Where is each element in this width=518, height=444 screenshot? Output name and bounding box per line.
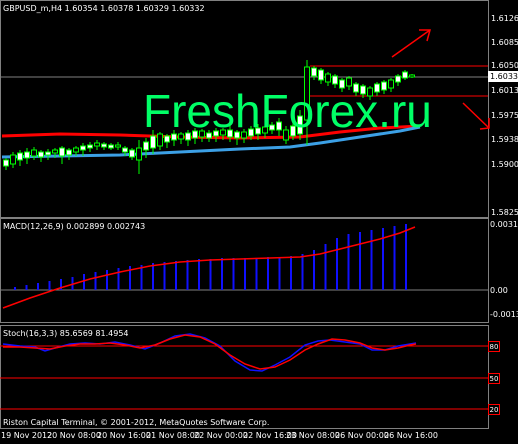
macd-bar (290, 256, 292, 290)
candle-body (38, 151, 44, 158)
macd-bar (278, 257, 281, 290)
macd-bar (37, 283, 39, 290)
up-arrow (391, 29, 431, 58)
current-price-tag: 1.60332 (488, 71, 518, 82)
macd-bar (152, 263, 154, 290)
candle-body (136, 147, 142, 161)
macd-bar (301, 254, 304, 290)
candle-body (101, 143, 107, 148)
time-label: 26 Nov 00:00 (335, 431, 389, 440)
candle-body (395, 75, 401, 83)
macd-bar (232, 258, 235, 290)
macd-bar (405, 224, 407, 290)
candle-body (24, 151, 30, 159)
candle-body (108, 144, 114, 149)
macd-bar (347, 234, 350, 290)
price-label: 1.59000 (491, 160, 518, 169)
time-label: 19 Nov 2012 (1, 431, 53, 440)
candle-body (3, 159, 9, 167)
stoch-level-tag: 80 (488, 341, 500, 352)
macd-label: 0.003101 (490, 220, 518, 229)
candle-body (122, 147, 128, 153)
macd-histogram (14, 224, 407, 290)
candle-body (332, 75, 338, 85)
chart-drawing (0, 29, 490, 410)
candle-body (45, 151, 51, 156)
macd-bar (186, 260, 189, 290)
candle-body (31, 149, 37, 157)
candle-body (402, 71, 408, 79)
macd-signal-line (2, 226, 416, 309)
candle-body (73, 147, 79, 153)
candle-body (80, 145, 86, 151)
macd-bar (209, 259, 212, 290)
macd-bar (140, 265, 143, 290)
candle-body (311, 67, 317, 77)
time-label: 21 Nov 08:00 (146, 431, 200, 440)
candle-body (318, 69, 324, 81)
macd-bar (267, 257, 269, 290)
candle-body (66, 149, 72, 156)
macd-bar (255, 258, 258, 290)
candle-body (143, 141, 149, 151)
candle-body (10, 154, 16, 165)
time-label: 26 Nov 16:00 (384, 431, 438, 440)
candle-body (325, 73, 331, 83)
price-label: 1.60850 (491, 38, 518, 47)
macd-bar (324, 244, 327, 290)
watermark-text: FreshForex.ru (143, 85, 432, 137)
macd-bar (48, 281, 51, 290)
macd-bar (313, 250, 315, 290)
macd-bar (25, 285, 28, 290)
price-label: 1.60500 (491, 61, 518, 70)
terminal-footer: Riston Capital Terminal, © 2001-2012, Me… (3, 418, 270, 427)
macd-bar (370, 230, 373, 290)
candle-body (409, 74, 415, 78)
time-label: 23 Nov 08:00 (286, 431, 340, 440)
candle-body (129, 149, 135, 158)
price-label: 1.59380 (491, 135, 518, 144)
time-label: 20 Nov 16:00 (97, 431, 151, 440)
macd-bar (336, 238, 338, 290)
time-label: 20 Nov 08:00 (47, 431, 101, 440)
macd-bar (359, 232, 361, 290)
candle-body (17, 152, 23, 161)
price-label: 1.58250 (491, 208, 518, 217)
price-label: 1.61260 (491, 14, 518, 23)
macd-bar (198, 259, 200, 290)
candle-body (115, 144, 121, 148)
macd-bar (94, 272, 97, 290)
macd-bar (106, 270, 108, 290)
candle-body (150, 135, 156, 149)
down-arrow (462, 102, 490, 130)
stoch-main-line (2, 333, 417, 372)
macd-bar (175, 261, 177, 290)
macd-bar (117, 268, 120, 290)
macd-bar (163, 262, 166, 290)
macd-bar (14, 287, 16, 290)
macd-scale: 0.003101 0.00 -0.00134 (488, 218, 518, 323)
macd-label: 0.00 (490, 286, 508, 295)
macd-bar (221, 258, 223, 290)
macd-label: -0.00134 (490, 310, 518, 319)
time-label: 22 Nov 00:00 (194, 431, 248, 440)
price-label: 1.59750 (491, 111, 518, 120)
candle-body (52, 149, 58, 154)
stoch-level-tag: 50 (488, 373, 500, 384)
stoch-level-tag: 20 (488, 404, 500, 415)
candle-body (94, 142, 100, 147)
candle-body (87, 144, 93, 149)
price-label: 1.60130 (491, 86, 518, 95)
macd-bar (244, 258, 246, 290)
price-scale[interactable]: 1.61260 1.60850 1.60500 1.60130 1.59750 … (488, 0, 518, 218)
candle-body (59, 147, 65, 157)
macd-bar (83, 274, 85, 290)
